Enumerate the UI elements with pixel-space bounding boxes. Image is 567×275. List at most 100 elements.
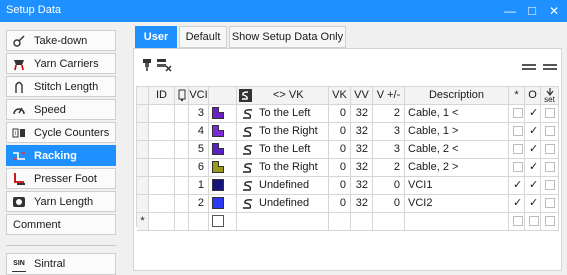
set-cell[interactable] [541,141,559,159]
vpm-cell[interactable]: 0 [373,195,405,213]
id-cell[interactable] [149,159,175,177]
o-cell[interactable]: ✓ [525,177,541,195]
id-cell[interactable] [149,141,175,159]
dev-cell[interactable] [175,123,189,141]
vci-cell[interactable]: 2 [189,195,209,213]
checkbox[interactable] [545,162,555,172]
sidebar-item-cycle-counters[interactable]: Cycle Counters [6,122,116,143]
checkbox[interactable] [513,126,523,136]
tab-show-setup-data-only[interactable]: Show Setup Data Only [229,26,346,48]
column-header-description[interactable]: Description [405,87,509,105]
column-header-vci[interactable]: VCI [189,87,209,105]
vci-cell[interactable]: 4 [189,123,209,141]
new-row-o-cell[interactable] [525,213,541,231]
sidebar-item-yarn-length[interactable]: Yarn Length [6,191,116,212]
description-cell[interactable]: VCI2 [405,195,509,213]
description-cell[interactable]: Cable, 1 > [405,123,509,141]
description-cell[interactable]: Cable, 1 < [405,105,509,123]
id-cell[interactable] [149,177,175,195]
set-cell[interactable] [541,177,559,195]
color-swatch[interactable] [212,197,224,209]
color-cell[interactable] [209,141,237,159]
vk-cell[interactable]: To the Left [237,105,329,123]
new-row-id-cell[interactable] [149,213,175,231]
column-header-vv[interactable]: VV [351,87,373,105]
new-row-set-cell[interactable] [541,213,559,231]
vv-cell[interactable]: 32 [351,141,373,159]
new-row-vci-cell[interactable] [189,213,209,231]
vv-cell[interactable]: 32 [351,159,373,177]
checkbox[interactable] [545,216,555,226]
id-cell[interactable] [149,195,175,213]
vci-cell[interactable]: 5 [189,141,209,159]
dev-cell[interactable] [175,177,189,195]
star-cell[interactable] [509,123,525,141]
color-cell[interactable] [209,159,237,177]
new-row-vk-cell[interactable] [237,213,329,231]
column-header-device[interactable] [175,87,189,105]
vk-cell[interactable]: Undefined [237,195,329,213]
checkbox[interactable] [529,216,539,226]
vk_num-cell[interactable]: 0 [329,141,351,159]
color-swatch[interactable] [212,107,224,119]
star-cell[interactable] [509,141,525,159]
new-row-vpm-cell[interactable] [373,213,405,231]
checkbox[interactable] [545,108,555,118]
vk_num-cell[interactable]: 0 [329,177,351,195]
vv-cell[interactable]: 32 [351,195,373,213]
vpm-cell[interactable]: 2 [373,159,405,177]
vk_num-cell[interactable]: 0 [329,195,351,213]
vci-cell[interactable]: 3 [189,105,209,123]
dev-cell[interactable] [175,105,189,123]
checkbox[interactable] [513,108,523,118]
delete-rows-icon[interactable] [156,58,172,72]
tab-default[interactable]: Default [179,26,227,48]
color-swatch[interactable] [212,125,224,137]
o-cell[interactable]: ✓ [525,141,541,159]
sidebar-item-sintral[interactable]: SIN Sintral [6,253,116,275]
vpm-cell[interactable]: 3 [373,123,405,141]
checkbox[interactable] [513,216,523,226]
sidebar-item-racking[interactable]: Racking [6,145,116,166]
set-cell[interactable] [541,195,559,213]
column-header-v-plus-minus[interactable]: V +/- [373,87,405,105]
vv-cell[interactable]: 32 [351,123,373,141]
new-row-vv-cell[interactable] [351,213,373,231]
sidebar-item-comment[interactable]: Comment [6,214,116,235]
vv-cell[interactable]: 32 [351,105,373,123]
star-cell[interactable] [509,105,525,123]
sidebar-item-take-down[interactable]: Take-down [6,30,116,51]
pin-icon[interactable] [139,58,155,72]
maximize-button[interactable]: □ [522,2,542,20]
o-cell[interactable]: ✓ [525,159,541,177]
star-cell[interactable] [509,159,525,177]
dev-cell[interactable] [175,195,189,213]
checkbox[interactable] [545,126,555,136]
color-swatch[interactable] [212,215,224,227]
o-cell[interactable]: ✓ [525,105,541,123]
minimize-button[interactable]: — [500,2,520,20]
new-row-vk_num-cell[interactable] [329,213,351,231]
vk-cell[interactable]: Undefined [237,177,329,195]
sidebar-item-yarn-carriers[interactable]: Yarn Carriers [6,53,116,74]
color-cell[interactable] [209,123,237,141]
new-row-dev-cell[interactable] [175,213,189,231]
vk-cell[interactable]: To the Right [237,123,329,141]
color-cell[interactable] [209,195,237,213]
checkbox[interactable] [545,198,555,208]
color-swatch[interactable] [212,161,224,173]
column-header-vk[interactable]: <> VK [237,87,329,105]
vpm-cell[interactable]: 0 [373,177,405,195]
o-cell[interactable]: ✓ [525,123,541,141]
checkbox[interactable] [513,162,523,172]
vv-cell[interactable]: 32 [351,177,373,195]
set-cell[interactable] [541,123,559,141]
column-header-o[interactable]: O [525,87,541,105]
description-cell[interactable]: Cable, 2 > [405,159,509,177]
color-cell[interactable] [209,177,237,195]
set-cell[interactable] [541,105,559,123]
sidebar-item-stitch-length[interactable]: Stitch Length [6,76,116,97]
description-cell[interactable]: Cable, 2 < [405,141,509,159]
checkbox[interactable] [545,180,555,190]
sidebar-item-presser-foot[interactable]: Presser Foot [6,168,116,189]
